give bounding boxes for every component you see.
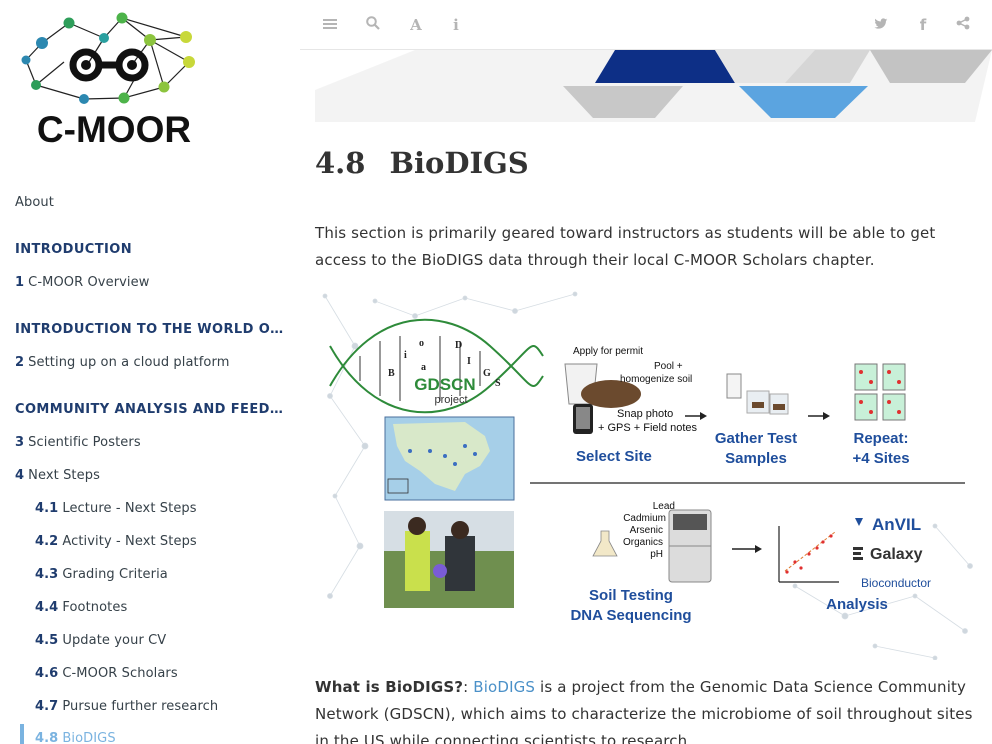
- sidebar-item-about[interactable]: About: [15, 195, 54, 210]
- fig-gather-1: Gather Test: [715, 430, 797, 447]
- biodigs-workflow-figure: B i o D I G S a GDSCN project Apply for …: [322, 291, 973, 660]
- fig-apply-label: Apply for permit: [573, 346, 643, 357]
- fig-snap-label-2: + GPS + Field notes: [598, 422, 698, 434]
- section-number: 4.8: [35, 731, 59, 744]
- helix-letter: I: [467, 356, 471, 367]
- section-label: Update your CV: [62, 633, 167, 648]
- chapter-label: Next Steps: [28, 468, 100, 483]
- fig-snap-label-1: Snap photo: [617, 408, 673, 420]
- share-icon[interactable]: [953, 15, 973, 35]
- search-icon[interactable]: [363, 15, 383, 35]
- intro-paragraph: This section is primarily geared toward …: [315, 224, 936, 269]
- section-number: 4.5: [35, 633, 59, 648]
- sidebar-part-community[interactable]: COMMUNITY ANALYSIS AND FEEDBACK: [15, 402, 285, 417]
- what-is-paragraph: What is BioDIGS?: BioDIGS is a project f…: [315, 674, 980, 744]
- sidebar-item-4-7[interactable]: 4.7 Pursue further research: [35, 699, 218, 714]
- sidebar-item-4-2[interactable]: 4.2 Activity - Next Steps: [35, 534, 197, 549]
- chapter-number: 3: [15, 435, 25, 450]
- fig-gather-2: Samples: [725, 450, 787, 467]
- fig-organics: Organics: [623, 537, 663, 548]
- section-title: BioDIGS: [389, 146, 529, 180]
- what-is-label: What is BioDIGS?: [315, 678, 464, 696]
- helix-letter: B: [388, 368, 395, 379]
- fig-repeat-2: +4 Sites: [852, 450, 909, 467]
- section-label: Pursue further research: [62, 699, 219, 714]
- fig-ph: pH: [650, 549, 663, 560]
- chapter-label: Scientific Posters: [28, 435, 141, 450]
- decorative-banner: [315, 50, 992, 122]
- helix-letter: a: [421, 362, 426, 373]
- section-label: Activity - Next Steps: [62, 534, 197, 549]
- fig-pool-label-2: homogenize soil: [620, 374, 692, 385]
- fig-anvil: AnVIL: [872, 515, 921, 534]
- section-number: 4.3: [35, 567, 59, 582]
- page-title: 4.8 BioDIGS: [315, 146, 529, 180]
- section-label: C-MOOR Scholars: [62, 666, 178, 681]
- chapter-number: 2: [15, 355, 25, 370]
- section-number: 4.7: [35, 699, 59, 714]
- section-label: BioDIGS: [62, 731, 116, 744]
- sidebar-item-4-5[interactable]: 4.5 Update your CV: [35, 633, 166, 648]
- helix-letter: G: [483, 368, 491, 379]
- helix-letter: S: [495, 378, 501, 389]
- sidebar-item-chapter-1[interactable]: 1 C-MOOR Overview: [15, 275, 149, 290]
- fig-dna-sequencing: DNA Sequencing: [570, 607, 691, 624]
- chapter-label: Setting up on a cloud platform: [28, 355, 230, 370]
- helix-letter: D: [455, 340, 462, 351]
- section-label: Lecture - Next Steps: [62, 501, 197, 516]
- c-moor-logo[interactable]: C-MOOR: [14, 10, 214, 155]
- section-number: 4.6: [35, 666, 59, 681]
- toggle-sidebar-icon[interactable]: [320, 15, 340, 35]
- fig-galaxy: Galaxy: [870, 546, 923, 563]
- chapter-number: 4: [15, 468, 25, 483]
- fig-soil-testing: Soil Testing: [589, 587, 673, 604]
- fig-bioconductor: Bioconductor: [861, 576, 931, 590]
- section-number: 4.8: [315, 146, 366, 180]
- sidebar: C-MOOR About INTRODUCTION 1 C-MOOR Overvi…: [0, 0, 300, 744]
- facebook-icon[interactable]: f: [913, 15, 933, 35]
- chapter-number: 1: [15, 275, 25, 290]
- sidebar-part-introduction[interactable]: INTRODUCTION: [15, 242, 285, 257]
- section-number: 4.1: [35, 501, 59, 516]
- book-header: A i f: [300, 0, 992, 50]
- what-is-separator: :: [463, 678, 474, 696]
- fig-arsenic: Arsenic: [630, 525, 663, 536]
- section-label: Grading Criteria: [62, 567, 168, 582]
- sidebar-part-intro-research[interactable]: INTRODUCTION TO THE WORLD OF RESEARCH: [15, 322, 285, 337]
- fig-analysis: Analysis: [826, 596, 888, 613]
- sidebar-item-4-8[interactable]: 4.8 BioDIGS: [35, 731, 116, 744]
- sidebar-item-chapter-2[interactable]: 2 Setting up on a cloud platform: [15, 355, 229, 370]
- gdscn-label: GDSCN: [414, 375, 475, 394]
- biodigs-link[interactable]: BioDIGS: [473, 678, 535, 696]
- fig-select-site: Select Site: [576, 448, 652, 465]
- sidebar-item-4-4[interactable]: 4.4 Footnotes: [35, 600, 127, 615]
- helix-letter: o: [419, 338, 424, 349]
- twitter-icon[interactable]: [871, 15, 891, 35]
- sidebar-item-chapter-3[interactable]: 3 Scientific Posters: [15, 435, 141, 450]
- project-label: project: [434, 394, 467, 406]
- active-indicator: [20, 724, 24, 744]
- sidebar-item-chapter-4[interactable]: 4 Next Steps: [15, 468, 100, 483]
- logo-text: C-MOOR: [37, 109, 191, 150]
- sidebar-item-4-3[interactable]: 4.3 Grading Criteria: [35, 567, 168, 582]
- font-settings-icon[interactable]: A: [406, 15, 426, 35]
- helix-letter: i: [404, 350, 407, 361]
- fig-repeat-1: Repeat:: [853, 430, 908, 447]
- fig-cadmium: Cadmium: [623, 513, 666, 524]
- sidebar-item-4-1[interactable]: 4.1 Lecture - Next Steps: [35, 501, 197, 516]
- section-number: 4.4: [35, 600, 59, 615]
- fig-pool-label-1: Pool +: [654, 361, 683, 372]
- sidebar-item-4-6[interactable]: 4.6 C-MOOR Scholars: [35, 666, 178, 681]
- chapter-label: C-MOOR Overview: [28, 275, 150, 290]
- section-number: 4.2: [35, 534, 59, 549]
- section-label: Footnotes: [62, 600, 128, 615]
- info-icon[interactable]: i: [446, 15, 466, 35]
